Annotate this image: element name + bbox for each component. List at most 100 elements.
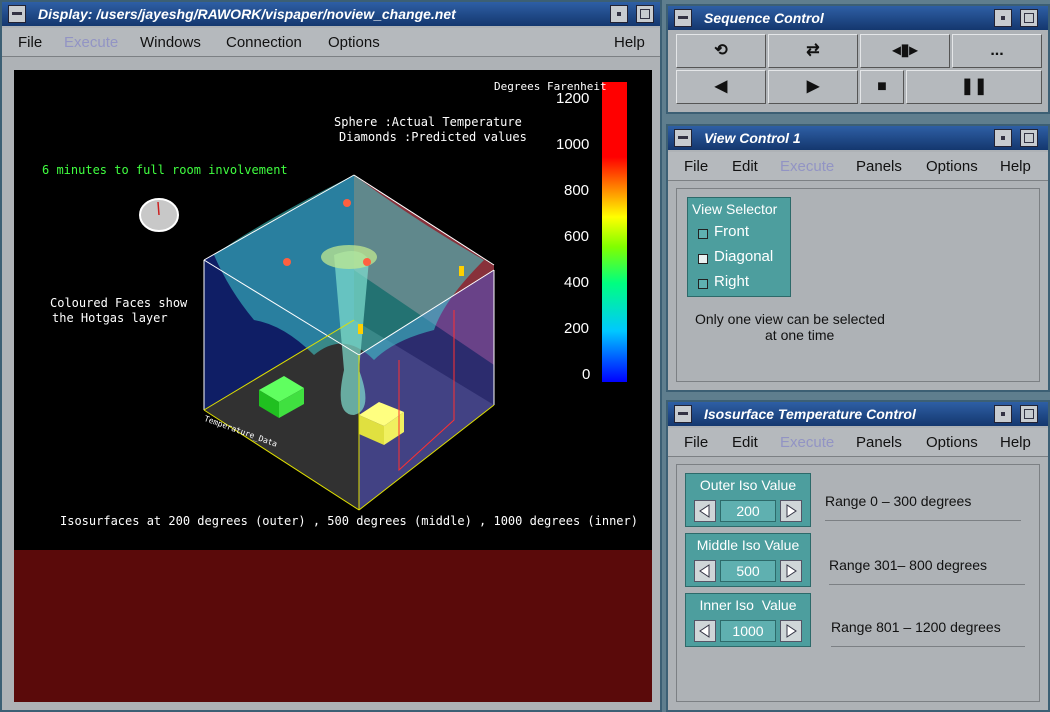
iso-menubar: File Edit Execute Panels Options Help bbox=[668, 428, 1048, 457]
palindrome-button[interactable]: ⇄ bbox=[768, 34, 858, 68]
menu-windows[interactable]: Windows bbox=[140, 34, 201, 51]
isosurface-caption: Isosurfaces at 200 degrees (outer) , 500… bbox=[60, 514, 638, 528]
display-menubar: File Execute Windows Connection Options … bbox=[2, 28, 660, 57]
outer-iso-value[interactable]: 200 bbox=[720, 500, 776, 522]
menu-options[interactable]: Options bbox=[926, 158, 978, 175]
menu-edit[interactable]: Edit bbox=[732, 158, 758, 175]
scale-tick-800: 800 bbox=[564, 182, 590, 199]
inner-range: Range 801 – 1200 degrees bbox=[831, 619, 1001, 635]
window-menu-icon[interactable] bbox=[674, 9, 692, 27]
radio-front-label[interactable]: Front bbox=[714, 223, 749, 240]
menu-file[interactable]: File bbox=[18, 34, 42, 51]
render-canvas[interactable]: Degrees Farenheit 1200 1000 800 600 400 … bbox=[14, 70, 652, 550]
outer-range-divider bbox=[825, 520, 1021, 521]
radio-diagonal[interactable] bbox=[698, 254, 708, 264]
menu-execute[interactable]: Execute bbox=[64, 34, 118, 51]
menu-file[interactable]: File bbox=[684, 434, 708, 451]
window-menu-icon[interactable] bbox=[8, 5, 26, 23]
pause-button[interactable]: ❚❚ bbox=[906, 70, 1042, 104]
middle-increment-button[interactable] bbox=[780, 560, 802, 582]
menu-execute[interactable]: Execute bbox=[780, 158, 834, 175]
outer-iso-stepper: Outer Iso Value 200 bbox=[685, 473, 811, 527]
scale-tick-400: 400 bbox=[564, 274, 590, 291]
view-selector: View Selector Front Diagonal Right bbox=[687, 197, 791, 297]
inner-decrement-button[interactable] bbox=[694, 620, 716, 642]
middle-iso-value[interactable]: 500 bbox=[720, 560, 776, 582]
menu-panels[interactable]: Panels bbox=[856, 434, 902, 451]
minimize-icon[interactable] bbox=[994, 405, 1012, 423]
minimize-icon[interactable] bbox=[610, 5, 628, 23]
view-panel: View Selector Front Diagonal Right Only … bbox=[676, 188, 1040, 382]
view-titlebar[interactable]: View Control 1 bbox=[668, 126, 1048, 150]
window-menu-icon[interactable] bbox=[674, 405, 692, 423]
maximize-icon[interactable] bbox=[1020, 129, 1038, 147]
scale-tick-200: 200 bbox=[564, 320, 590, 337]
sequence-titlebar[interactable]: Sequence Control bbox=[668, 6, 1048, 30]
view-title: View Control 1 bbox=[704, 130, 801, 146]
maximize-icon[interactable] bbox=[636, 5, 654, 23]
step-button[interactable]: ◂▮▸ bbox=[860, 34, 950, 68]
radio-front[interactable] bbox=[698, 229, 708, 239]
predicted-diamond bbox=[358, 324, 363, 334]
scale-tick-600: 600 bbox=[564, 228, 590, 245]
middle-iso-label: Middle Iso Value bbox=[696, 537, 800, 553]
scale-title: Degrees Farenheit bbox=[494, 80, 607, 93]
menu-help[interactable]: Help bbox=[614, 34, 645, 51]
scale-tick-0: 0 bbox=[582, 366, 591, 383]
display-titlebar[interactable]: Display: /users/jayeshg/RAWORK/vispaper/… bbox=[2, 2, 660, 26]
radio-right-label[interactable]: Right bbox=[714, 273, 749, 290]
predicted-diamond bbox=[459, 266, 464, 276]
play-forward-button[interactable]: ▶ bbox=[768, 70, 858, 104]
menu-file[interactable]: File bbox=[684, 158, 708, 175]
legend-sphere: Sphere :Actual Temperature bbox=[334, 115, 522, 129]
scale-tick-1200: 1200 bbox=[556, 90, 590, 107]
middle-range-divider bbox=[829, 584, 1025, 585]
sensor-sphere bbox=[283, 258, 291, 266]
faces-note-2: the Hotgas layer bbox=[52, 311, 168, 325]
view-menubar: File Edit Execute Panels Options Help bbox=[668, 152, 1048, 181]
minimize-icon[interactable] bbox=[994, 129, 1012, 147]
sequence-title: Sequence Control bbox=[704, 10, 824, 26]
outer-range: Range 0 – 300 degrees bbox=[825, 493, 972, 509]
view-note-2: at one time bbox=[765, 327, 835, 343]
maximize-icon[interactable] bbox=[1020, 405, 1038, 423]
inner-iso-label: Inner Iso Value bbox=[699, 597, 797, 613]
menu-help[interactable]: Help bbox=[1000, 434, 1031, 451]
iso-titlebar[interactable]: Isosurface Temperature Control bbox=[668, 402, 1048, 426]
menu-panels[interactable]: Panels bbox=[856, 158, 902, 175]
view-note-1: Only one view can be selected bbox=[695, 311, 885, 327]
more-button[interactable]: ... bbox=[952, 34, 1042, 68]
menu-execute[interactable]: Execute bbox=[780, 434, 834, 451]
display-title: Display: /users/jayeshg/RAWORK/vispaper/… bbox=[38, 6, 456, 22]
stop-button[interactable]: ■ bbox=[860, 70, 904, 104]
iso-panel: Outer Iso Value 200 Range 0 – 300 degree… bbox=[676, 464, 1040, 702]
menu-options[interactable]: Options bbox=[328, 34, 380, 51]
menu-help[interactable]: Help bbox=[1000, 158, 1031, 175]
menu-edit[interactable]: Edit bbox=[732, 434, 758, 451]
loop-button[interactable]: ⟲ bbox=[676, 34, 766, 68]
radio-diagonal-label[interactable]: Diagonal bbox=[714, 248, 773, 265]
middle-decrement-button[interactable] bbox=[694, 560, 716, 582]
window-menu-icon[interactable] bbox=[674, 129, 692, 147]
inner-iso-value[interactable]: 1000 bbox=[720, 620, 776, 642]
middle-iso-stepper: Middle Iso Value 500 bbox=[685, 533, 811, 587]
middle-range: Range 301– 800 degrees bbox=[829, 557, 988, 573]
sensor-sphere bbox=[343, 199, 351, 207]
maximize-icon[interactable] bbox=[1020, 9, 1038, 27]
play-backward-button[interactable]: ◀ bbox=[676, 70, 766, 104]
scale-tick-1000: 1000 bbox=[556, 136, 590, 153]
radio-right[interactable] bbox=[698, 279, 708, 289]
inner-iso-stepper: Inner Iso Value 1000 bbox=[685, 593, 811, 647]
menu-connection[interactable]: Connection bbox=[226, 34, 302, 51]
menu-options[interactable]: Options bbox=[926, 434, 978, 451]
minimize-icon[interactable] bbox=[994, 9, 1012, 27]
outer-decrement-button[interactable] bbox=[694, 500, 716, 522]
view-control-window: View Control 1 File Edit Execute Panels … bbox=[666, 124, 1050, 392]
color-scale-bar bbox=[602, 82, 627, 382]
view-selector-title: View Selector bbox=[692, 201, 778, 217]
outer-increment-button[interactable] bbox=[780, 500, 802, 522]
isosurface-window: Isosurface Temperature Control File Edit… bbox=[666, 400, 1050, 712]
inner-increment-button[interactable] bbox=[780, 620, 802, 642]
faces-note-1: Coloured Faces show bbox=[50, 296, 188, 310]
sensor-sphere bbox=[363, 258, 371, 266]
